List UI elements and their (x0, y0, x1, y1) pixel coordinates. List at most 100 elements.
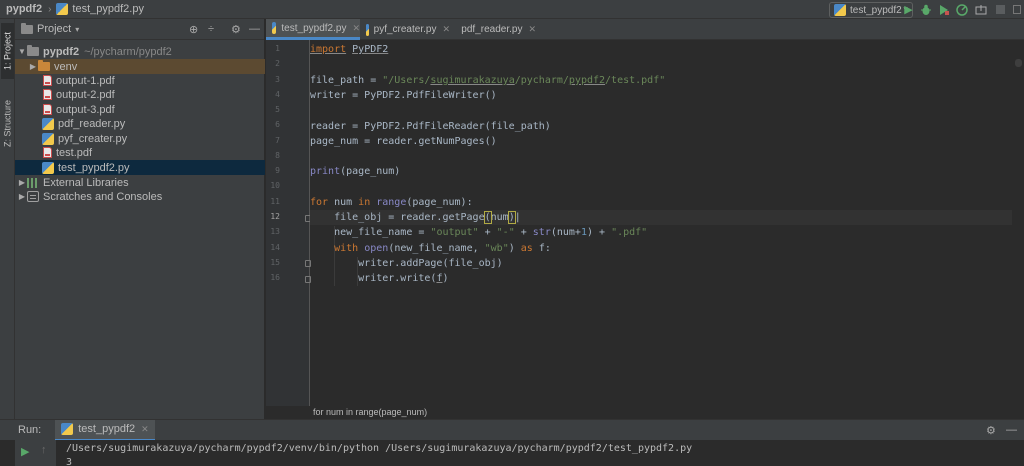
project-panel: Project ▾ ⊕ ÷ ⚙ — ▼ pypdf2 ~/pycharm/pyp… (15, 19, 265, 419)
line-number: 16 (270, 273, 280, 282)
line-number: 8 (275, 151, 280, 160)
tree-item-label: test.pdf (56, 146, 93, 159)
chevron-down-icon[interactable]: ▾ (75, 25, 79, 34)
navigation-bar: pypdf2 › test_pypdf2.py test_pypdf2 ▾ ▶ (0, 0, 1024, 19)
tree-item-pyf-creater[interactable]: pyf_creater.py (15, 131, 265, 146)
breadcrumb-project[interactable]: pypdf2 (6, 3, 42, 15)
run-configuration-label: test_pypdf2 (850, 4, 902, 16)
run-panel-header: Run: test_pypdf2 ✕ ⚙ — (0, 419, 1024, 441)
tree-item-label: test_pypdf2.py (58, 161, 130, 174)
chevron-right-icon[interactable]: ▶ (28, 62, 38, 71)
line-number: 10 (270, 181, 280, 190)
python-file-icon (42, 117, 54, 130)
tree-item-test-pypdf2[interactable]: test_pypdf2.py (15, 160, 265, 175)
line-number: 1 (275, 44, 280, 53)
code-line-7: page_num = reader.getNumPages() (310, 136, 497, 147)
stop-icon[interactable] (994, 3, 1007, 16)
tree-item-label: venv (54, 60, 78, 73)
line-number: 13 (270, 227, 280, 236)
tree-item-label: pdf_reader.py (58, 117, 126, 130)
console-output-line: 3 (66, 457, 73, 466)
tree-item-test-pdf[interactable]: test.pdf (15, 145, 265, 160)
collapse-all-icon[interactable]: ÷ (208, 23, 214, 35)
tab-label: pyf_creater.py (373, 24, 437, 35)
gear-icon[interactable]: ⚙ (986, 424, 996, 437)
gear-icon[interactable]: ⚙ (231, 23, 241, 36)
tab-label: test_pypdf2.py (281, 22, 347, 34)
pdf-file-icon (43, 104, 52, 115)
close-icon[interactable]: ✕ (352, 23, 360, 34)
run-tab-test-pypdf2[interactable]: test_pypdf2 ✕ (55, 419, 155, 441)
tree-item-output-3[interactable]: output-3.pdf (15, 102, 265, 117)
run-icon[interactable]: ▶ (902, 3, 915, 16)
tab-structure-toolwindow[interactable]: Z: Structure (1, 87, 14, 159)
code-line-6: reader = PyPDF2.PdfFileReader(file_path) (310, 121, 551, 132)
left-tool-strip: 1: Project Z: Structure (0, 19, 15, 419)
line-number: 14 (270, 243, 280, 252)
code-line-3: file_path = "/Users/sugimurakazuya/pycha… (310, 75, 666, 86)
minimize-icon[interactable]: — (249, 23, 260, 35)
tree-item-output-1[interactable]: output-1.pdf (15, 73, 265, 88)
scrollbar-thumb[interactable] (1015, 59, 1022, 67)
project-panel-header: Project ▾ ⊕ ÷ ⚙ — (15, 19, 264, 40)
python-file-icon (61, 423, 74, 435)
tree-root-pypdf2[interactable]: ▼ pypdf2 ~/pycharm/pypdf2 (15, 44, 265, 59)
close-icon[interactable]: ✕ (442, 24, 450, 35)
coverage-icon[interactable] (937, 3, 950, 16)
close-icon[interactable]: ✕ (528, 24, 536, 35)
code-editor[interactable]: import PyPDF2 file_path = "/Users/sugimu… (310, 40, 1024, 406)
python-file-icon (834, 4, 846, 16)
editor-area: test_pypdf2.py ✕ pyf_creater.py ✕ pdf_re… (266, 19, 1024, 419)
folder-icon (38, 60, 50, 71)
chevron-right-icon[interactable]: ▶ (17, 192, 27, 201)
code-line-4: writer = PyPDF2.PdfFileWriter() (310, 90, 497, 101)
line-number: 7 (275, 136, 280, 145)
breadcrumb-hint[interactable]: for num in range(page_num) (266, 406, 1024, 419)
tree-item-output-2[interactable]: output-2.pdf (15, 87, 265, 102)
search-everywhere-icon[interactable] (1010, 3, 1023, 16)
close-icon[interactable]: ✕ (141, 424, 149, 435)
tab-pdf-reader[interactable]: pdf_reader.py ✕ (450, 19, 536, 40)
run-tab-label: test_pypdf2 (78, 423, 136, 435)
tree-item-venv[interactable]: ▶ venv (15, 59, 265, 74)
attach-icon[interactable] (974, 3, 987, 16)
line-number: 9 (275, 166, 280, 175)
editor-scrollbar[interactable] (1012, 40, 1024, 406)
line-number-gutter[interactable]: 1 2 3 4 5 6 7 8 9 10 11 12 13 14 15 16 (266, 40, 311, 406)
tree-item-external-libraries[interactable]: ▶ External Libraries (15, 175, 265, 190)
chevron-right-icon[interactable]: ▶ (17, 178, 27, 187)
run-console[interactable]: ▶ ↑ /Users/sugimurakazuya/pycharm/pypdf2… (0, 440, 1024, 466)
project-panel-title[interactable]: Project (37, 23, 71, 35)
editor-tabs: test_pypdf2.py ✕ pyf_creater.py ✕ pdf_re… (266, 19, 1024, 40)
python-file-icon (42, 161, 54, 174)
line-number-current: 12 (270, 212, 280, 221)
folder-icon (27, 45, 39, 56)
tab-pyf-creater[interactable]: pyf_creater.py ✕ (360, 19, 450, 40)
python-file-icon (272, 22, 277, 34)
line-number: 5 (275, 105, 280, 114)
line-number: 6 (275, 120, 280, 129)
pdf-file-icon (43, 89, 52, 100)
run-configuration-dropdown[interactable]: test_pypdf2 ▾ (829, 2, 913, 18)
code-line-11: for num in range(page_num): (310, 197, 473, 208)
arrow-up-icon[interactable]: ↑ (41, 444, 47, 456)
code-line-9: print(page_num) (310, 166, 401, 177)
code-line-12: file_obj = reader.getPage(num)| (310, 211, 521, 224)
locate-icon[interactable]: ⊕ (189, 23, 198, 36)
tree-item-label: pyf_creater.py (58, 132, 128, 145)
tab-test-pypdf2[interactable]: test_pypdf2.py ✕ (266, 19, 360, 40)
code-line-13: new_file_name = "output" + "-" + str(num… (310, 227, 648, 238)
tree-item-pdf-reader[interactable]: pdf_reader.py (15, 116, 265, 131)
code-line-16: writer.write(f) (310, 273, 449, 284)
minimize-icon[interactable]: — (1006, 424, 1017, 436)
chevron-down-icon[interactable]: ▼ (17, 47, 27, 56)
breadcrumb-file[interactable]: test_pypdf2.py (72, 3, 144, 15)
python-file-icon (366, 23, 369, 36)
tab-project-toolwindow[interactable]: 1: Project (1, 23, 14, 79)
python-file-icon (42, 132, 54, 145)
debug-icon[interactable] (919, 3, 932, 16)
rerun-icon[interactable]: ▶ (21, 445, 29, 458)
tree-item-scratches[interactable]: ▶ Scratches and Consoles (15, 189, 265, 204)
code-line-14: with open(new_file_name, "wb") as f: (334, 243, 551, 254)
profile-icon[interactable] (955, 3, 968, 16)
